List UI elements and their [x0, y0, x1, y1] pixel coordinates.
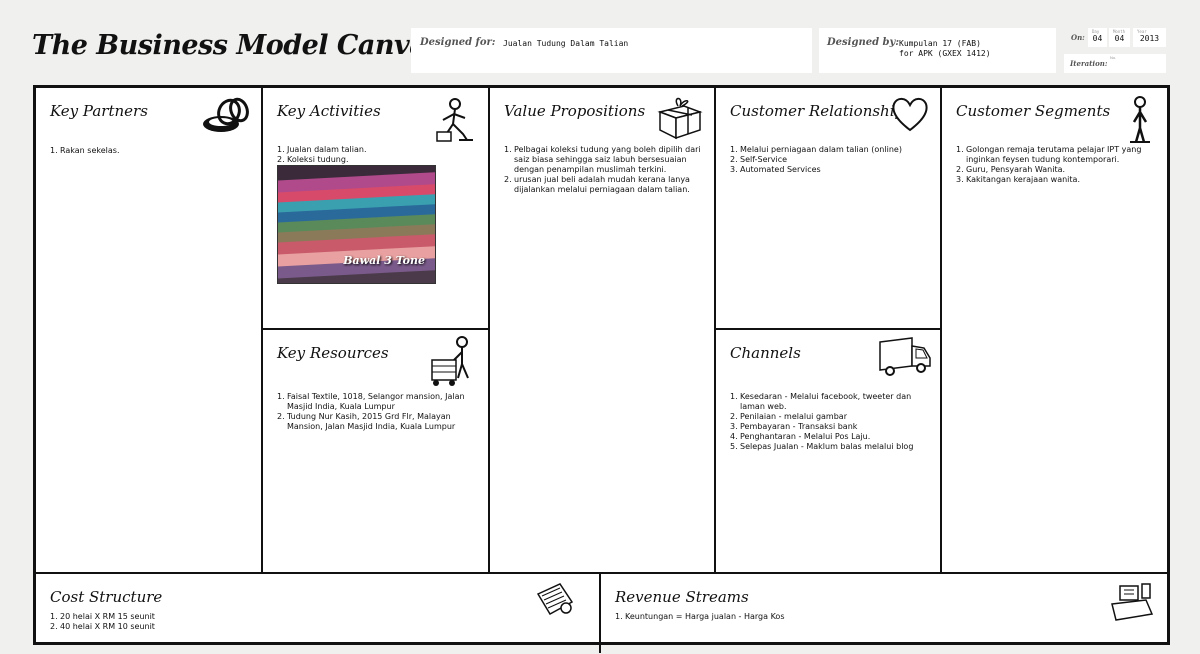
- designed-for-label: Designed for:: [420, 37, 496, 48]
- channels-title: Channels: [730, 344, 801, 362]
- list-item: 3. Pembayaran - Transaksi bank: [730, 422, 858, 431]
- key-resources-section[interactable]: Key Resources 1. Faisal Textile, 1018, Se…: [263, 330, 488, 572]
- key-partners-section[interactable]: Key Partners 1. Rakan sekelas.: [36, 88, 261, 572]
- list-item: 4. Penghantaran - Melalui Pos Laju.: [730, 432, 871, 441]
- cost-structure-list: 1. 20 helai X RM 15 seunit 2. 40 helai X R…: [50, 612, 350, 632]
- worker-icon: [436, 98, 473, 142]
- channels-section[interactable]: Channels 1. Kesedaran - Melalui facebook,…: [716, 330, 940, 572]
- date-day-field[interactable]: Day 04: [1088, 28, 1107, 47]
- iteration-caption: No.: [1110, 55, 1117, 60]
- list-item: 2. Tudung Nur Kasih, 2015 Grd Flr, Malaya…: [277, 412, 456, 431]
- list-item: 3. Automated Services: [730, 165, 821, 174]
- list-item: 2. 40 helai X RM 10 seunit: [50, 622, 155, 631]
- customer-relationships-list: 1. Melalui perniagaan dalam talian (onlin…: [730, 145, 936, 175]
- list-item: 1. 20 helai X RM 15 seunit: [50, 612, 155, 621]
- person-with-crate-icon: [431, 336, 469, 386]
- photo-caption: Bawal 3 Tone: [343, 254, 425, 267]
- list-item: 1. Rakan sekelas.: [50, 146, 120, 155]
- cash-register-icon: [1111, 583, 1154, 621]
- key-activities-title: Key Activities: [277, 102, 381, 120]
- list-item: 2. Self-Service: [730, 155, 788, 164]
- designed-by-label: Designed by:: [827, 37, 900, 48]
- list-item: 1. Pelbagai koleksi tudung yang boleh dip…: [504, 145, 701, 174]
- customer-relationships-title: Customer Relationships: [730, 102, 912, 120]
- key-activities-section[interactable]: Key Activities 1. Jualan dalam talian. 2.…: [263, 88, 488, 328]
- revenue-streams-list: 1. Keuntungan = Harga jualan - Harga Kos: [615, 612, 915, 622]
- date-month-field[interactable]: Month 04: [1109, 28, 1130, 47]
- list-item: 1. Faisal Textile, 1018, Selangor mansion…: [277, 392, 465, 411]
- date-day-value: 04: [1092, 34, 1103, 43]
- on-label: On:: [1071, 33, 1085, 42]
- list-item: 2. Guru, Pensyarah Wanita.: [956, 165, 1066, 174]
- customer-segments-section[interactable]: Customer Segments 1. Golongan remaja teru…: [942, 88, 1167, 572]
- list-item: 2. urusan jual beli adalah mudah kerana l…: [504, 175, 690, 194]
- cost-structure-title: Cost Structure: [50, 588, 163, 606]
- gift-box-icon: [657, 97, 703, 140]
- iteration-label: Iteration:: [1070, 59, 1108, 68]
- customer-segments-list: 1. Golongan remaja terutama pelajar IPT y…: [956, 145, 1164, 185]
- list-item: 2. Koleksi tudung.: [277, 155, 349, 164]
- date-month-value: 04: [1114, 34, 1125, 43]
- list-item: 2. Penilaian - melalui gambar: [730, 412, 847, 421]
- page-title: The Business Model Canvas: [32, 30, 441, 61]
- revenue-streams-section[interactable]: Revenue Streams 1. Keuntungan = Harga jua…: [601, 574, 1167, 654]
- list-item: 1. Jualan dalam talian.: [277, 145, 367, 154]
- designed-by-line2: for APK (GXEX 1412): [899, 49, 991, 58]
- value-propositions-section[interactable]: Value Propositions 1. Pelbagai koleksi tu…: [490, 88, 714, 572]
- business-model-canvas: Key Partners 1. Rakan sekelas. Key Activi…: [33, 85, 1170, 653]
- customer-relationships-section[interactable]: Customer Relationships 1. Melalui perniag…: [716, 88, 940, 328]
- customer-segments-title: Customer Segments: [956, 102, 1111, 120]
- revenue-streams-title: Revenue Streams: [615, 588, 749, 606]
- key-partners-list: 1. Rakan sekelas.: [50, 146, 250, 156]
- designed-by-line1: Kumpulan 17 (FAB): [899, 39, 981, 48]
- price-tag-icon: [536, 583, 574, 616]
- key-resources-list: 1. Faisal Textile, 1018, Selangor mansion…: [277, 392, 483, 432]
- designed-by-box[interactable]: Designed by: Kumpulan 17 (FAB) for APK (…: [819, 28, 1056, 73]
- designed-for-box[interactable]: Designed for: Jualan Tudung Dalam Talian: [411, 28, 812, 73]
- key-resources-title: Key Resources: [277, 344, 389, 362]
- list-item: 1. Golongan remaja terutama pelajar IPT y…: [956, 145, 1142, 164]
- cost-structure-section[interactable]: Cost Structure 1. 20 helai X RM 15 seunit…: [36, 574, 599, 654]
- list-item: 1. Melalui perniagaan dalam talian (onlin…: [730, 145, 902, 154]
- key-activities-list: 1. Jualan dalam talian. 2. Koleksi tudung.: [277, 145, 477, 165]
- tudung-collection-photo: Bawal 3 Tone: [277, 165, 436, 284]
- iteration-box[interactable]: Iteration: No.: [1064, 54, 1166, 73]
- standing-person-icon: [1130, 96, 1150, 143]
- date-year-value: 2013: [1139, 34, 1160, 43]
- date-year-field[interactable]: Year 2013: [1133, 28, 1166, 47]
- list-item: 3. Kakitangan kerajaan wanita.: [956, 175, 1080, 184]
- heart-icon: [892, 97, 928, 132]
- list-item: 5. Selepas Jualan - Maklum balas melalui …: [730, 442, 914, 451]
- value-propositions-list: 1. Pelbagai koleksi tudung yang boleh dip…: [504, 145, 710, 195]
- value-propositions-title: Value Propositions: [504, 102, 646, 120]
- list-item: 1. Keuntungan = Harga jualan - Harga Kos: [615, 612, 785, 621]
- key-partners-title: Key Partners: [50, 102, 148, 120]
- truck-icon: [879, 337, 931, 376]
- chain-link-icon: [203, 97, 249, 132]
- list-item: 1. Kesedaran - Melalui facebook, tweeter …: [730, 392, 912, 411]
- channels-list: 1. Kesedaran - Melalui facebook, tweeter …: [730, 392, 936, 452]
- designed-for-value: Jualan Tudung Dalam Talian: [503, 39, 629, 48]
